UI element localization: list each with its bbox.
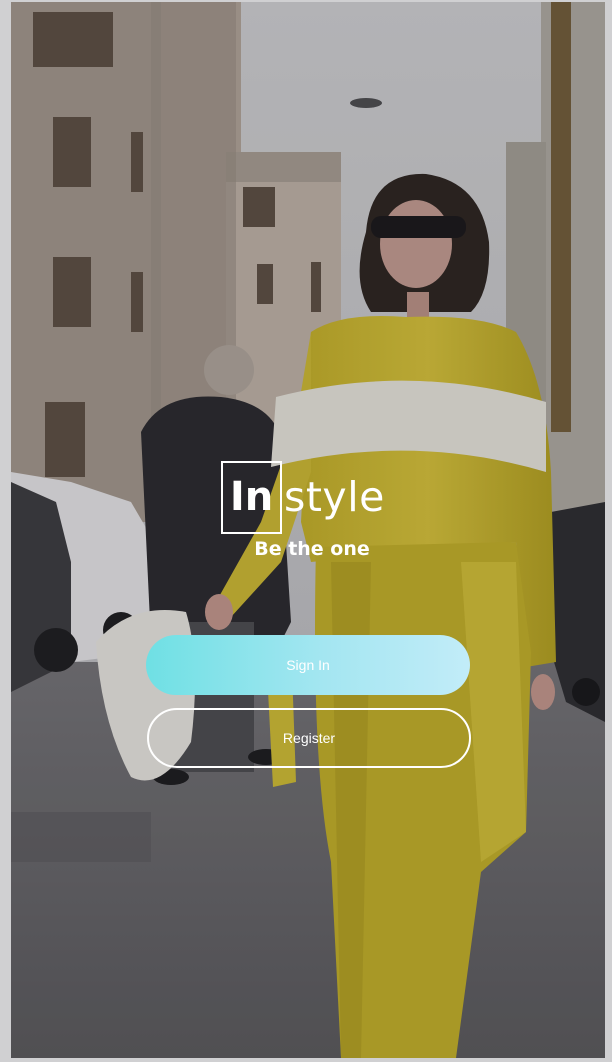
app-screen: In style Be the one Sign In Register: [11, 2, 605, 1058]
tagline: Be the one: [254, 538, 370, 560]
sign-in-button[interactable]: Sign In: [146, 635, 470, 695]
register-label: Register: [282, 730, 336, 746]
device-frame: In style Be the one Sign In Register: [0, 0, 612, 1062]
register-button[interactable]: Register: [147, 708, 471, 768]
instyle-logo: In style: [221, 460, 385, 534]
logo-boxed-text: In: [221, 460, 282, 534]
sign-in-label: Sign In: [286, 657, 330, 673]
logo-text: style: [284, 473, 385, 521]
